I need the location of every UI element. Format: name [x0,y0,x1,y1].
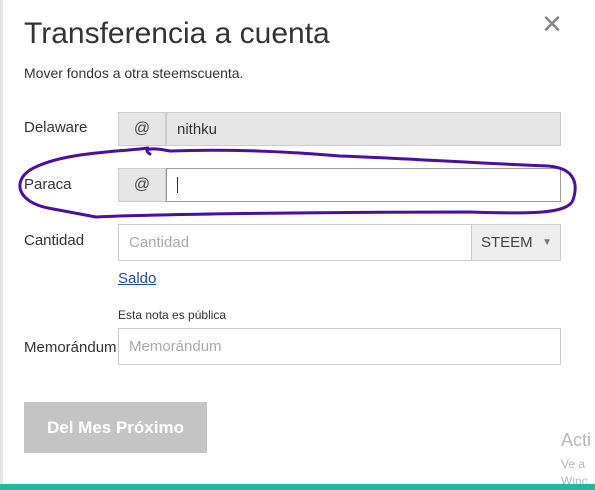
asset-select-value: STEEM [481,234,533,251]
amount-label: Cantidad [24,232,85,249]
memo-label: Memorándum [24,339,117,356]
dialog-left-edge [0,0,3,490]
from-at-prefix: @ [118,112,166,146]
watermark-line-2: Ve a [561,457,586,471]
dialog-subtitle: Mover fondos a otra steemscuenta. [24,65,244,81]
memo-public-note: Esta nota es pública [118,308,227,322]
to-label: Paraca [24,176,72,193]
to-at-prefix: @ [118,168,166,202]
amount-input[interactable] [118,224,472,261]
submit-button[interactable]: Del Mes Próximo [24,402,207,453]
to-account-input[interactable] [166,168,561,202]
dialog-title: Transferencia a cuenta [24,17,330,50]
text-cursor [177,177,178,193]
memo-input[interactable] [118,328,561,365]
transfer-dialog: Transferencia a cuenta ✕ Mover fondos a … [0,0,595,490]
chevron-down-icon: ▼ [542,237,552,248]
watermark-line-1: Acti [561,430,592,450]
from-account-input [166,112,561,146]
bottom-accent-bar [0,484,595,490]
asset-select[interactable]: STEEM ▼ [471,224,561,261]
from-label: Delaware [24,119,88,136]
close-icon[interactable]: ✕ [540,10,564,38]
balance-link[interactable]: Saldo [118,270,156,287]
